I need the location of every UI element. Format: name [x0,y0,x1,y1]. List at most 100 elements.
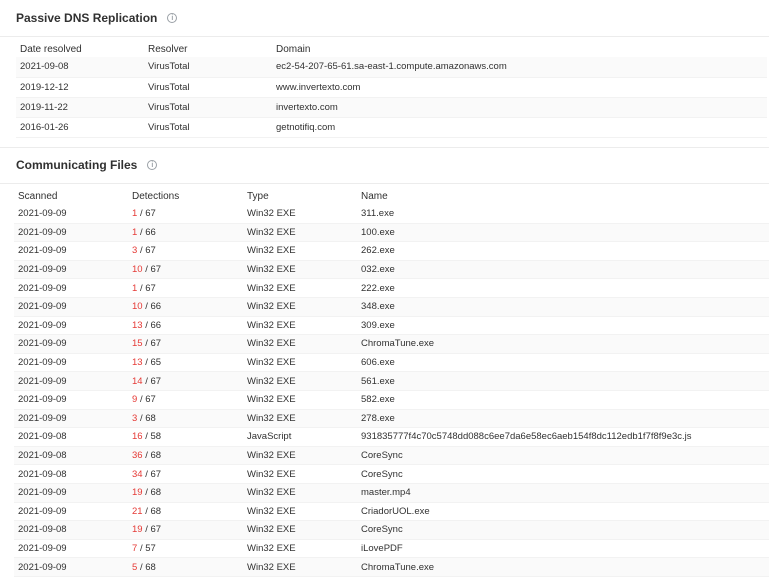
passive-dns-section: Date resolved Resolver Domain 2021-09-08… [0,37,769,138]
file-name-link[interactable]: ChromaTune.exe [357,557,769,577]
file-name-link[interactable]: 309.exe [357,316,769,336]
table-row[interactable]: 2021-09-08 16 / 58 JavaScript 931835777f4c7… [14,427,769,447]
table-row[interactable]: 2021-09-08 VirusTotal ec2-54-207-65-61.sa-… [16,57,767,78]
detections-total: / 67 [139,208,156,220]
detections-positive: 34 [132,468,143,480]
info-icon[interactable]: i [167,13,178,23]
detections-total: / 68 [145,450,162,462]
table-header-row: Scanned Detections Type Name [14,188,769,205]
detections-cell: 13 / 66 [128,316,243,336]
scanned-date-cell: 2021-09-09 [14,483,128,503]
table-row[interactable]: 2021-09-09 7 / 57 Win32 EXE iLovePDF [14,539,769,559]
table-header-row: Date resolved Resolver Domain [16,41,767,57]
detections-positive: 1 [132,208,138,220]
communicating-files-title: Communicating Files [16,158,138,172]
file-name-link[interactable]: master.mp4 [357,483,769,503]
file-name-link[interactable]: 311.exe [357,204,769,224]
column-header-name[interactable]: Name [357,188,769,205]
detections-total: / 66 [145,319,162,331]
passive-dns-title: Passive DNS Replication [16,11,158,25]
detections-positive: 21 [132,505,143,517]
table-row[interactable]: 2019-11-22 VirusTotal invertexto.com [16,97,767,118]
detections-cell: 1 / 67 [128,204,243,224]
domain-link[interactable]: www.invertexto.com [272,77,767,98]
column-header-scanned[interactable]: Scanned [14,188,128,205]
detections-cell: 3 / 68 [128,409,243,429]
table-row[interactable]: 2021-09-09 3 / 68 Win32 EXE 278.exe [14,409,769,429]
scanned-date-cell: 2021-09-09 [14,539,128,559]
table-row[interactable]: 2021-09-09 21 / 68 Win32 EXE CriadorUOL.exe [14,502,769,522]
info-icon[interactable]: i [147,160,158,170]
detections-cell: 9 / 67 [128,390,243,410]
table-row[interactable]: 2021-09-08 34 / 67 Win32 EXE CoreSync [14,464,769,484]
file-type-cell: Win32 EXE [243,409,357,429]
file-name-link[interactable]: 931835777f4c70c5748dd088c6ee7da6e58ec6ae… [357,427,769,447]
communicating-files-table: Scanned Detections Type Name 2021-09-09 1… [14,188,769,577]
detections-total: / 67 [145,338,162,350]
detections-positive: 16 [132,431,143,443]
detections-positive: 1 [132,226,138,238]
detections-total: / 57 [139,542,156,554]
table-row[interactable]: 2021-09-09 15 / 67 Win32 EXE ChromaTune.exe [14,334,769,354]
file-name-link[interactable]: CriadorUOL.exe [357,502,769,522]
table-row[interactable]: 2021-09-09 13 / 65 Win32 EXE 606.exe [14,353,769,373]
file-name-link[interactable]: 100.exe [357,223,769,243]
detections-cell: 21 / 68 [128,502,243,522]
column-header-date-resolved[interactable]: Date resolved [16,41,144,57]
file-name-link[interactable]: 606.exe [357,353,769,373]
table-row[interactable]: 2021-09-08 36 / 68 Win32 EXE CoreSync [14,446,769,466]
detections-positive: 3 [132,412,138,424]
detections-positive: 19 [132,487,143,499]
scanned-date-cell: 2021-09-09 [14,316,128,336]
date-resolved-cell: 2021-09-08 [16,57,144,78]
detections-total: / 68 [145,487,162,499]
detections-positive: 36 [132,450,143,462]
column-header-domain[interactable]: Domain [272,41,767,57]
table-row[interactable]: 2021-09-09 14 / 67 Win32 EXE 561.exe [14,371,769,391]
file-name-link[interactable]: 561.exe [357,371,769,391]
table-row[interactable]: 2021-09-09 9 / 67 Win32 EXE 582.exe [14,390,769,410]
table-row[interactable]: 2021-09-09 5 / 68 Win32 EXE ChromaTune.exe [14,557,769,577]
column-header-type[interactable]: Type [243,188,357,205]
file-name-link[interactable]: 222.exe [357,278,769,298]
file-name-link[interactable]: 032.exe [357,260,769,280]
table-row[interactable]: 2021-09-09 13 / 66 Win32 EXE 309.exe [14,316,769,336]
file-type-cell: Win32 EXE [243,483,357,503]
column-header-resolver[interactable]: Resolver [144,41,272,57]
table-row[interactable]: 2021-09-09 10 / 67 Win32 EXE 032.exe [14,260,769,280]
file-name-link[interactable]: 278.exe [357,409,769,429]
detections-positive: 13 [132,357,143,369]
detections-cell: 13 / 65 [128,353,243,373]
scanned-date-cell: 2021-09-09 [14,557,128,577]
column-header-detections[interactable]: Detections [128,188,243,205]
table-row[interactable]: 2021-09-09 19 / 68 Win32 EXE master.mp4 [14,483,769,503]
detections-cell: 3 / 67 [128,241,243,261]
file-name-link[interactable]: ChromaTune.exe [357,334,769,354]
table-row[interactable]: 2021-09-08 19 / 67 Win32 EXE CoreSync [14,520,769,540]
domain-link[interactable]: ec2-54-207-65-61.sa-east-1.compute.amazo… [272,57,767,78]
table-row[interactable]: 2016-01-26 VirusTotal getnotifiq.com [16,117,767,138]
table-row[interactable]: 2019-12-12 VirusTotal www.invertexto.com [16,77,767,98]
table-row[interactable]: 2021-09-09 1 / 66 Win32 EXE 100.exe [14,223,769,243]
detections-positive: 1 [132,282,138,294]
file-type-cell: Win32 EXE [243,223,357,243]
file-name-link[interactable]: iLovePDF [357,539,769,559]
file-name-link[interactable]: 262.exe [357,241,769,261]
detections-cell: 15 / 67 [128,334,243,354]
communicating-files-header: Communicating Files i [0,146,769,184]
table-row[interactable]: 2021-09-09 10 / 66 Win32 EXE 348.exe [14,297,769,317]
domain-link[interactable]: invertexto.com [272,97,767,118]
detections-positive: 7 [132,542,138,554]
file-type-cell: Win32 EXE [243,390,357,410]
file-name-link[interactable]: CoreSync [357,464,769,484]
table-row[interactable]: 2021-09-09 1 / 67 Win32 EXE 222.exe [14,278,769,298]
domain-link[interactable]: getnotifiq.com [272,117,767,138]
detections-positive: 5 [132,561,138,573]
file-name-link[interactable]: 582.exe [357,390,769,410]
table-row[interactable]: 2021-09-09 3 / 67 Win32 EXE 262.exe [14,241,769,261]
table-row[interactable]: 2021-09-09 1 / 67 Win32 EXE 311.exe [14,204,769,224]
file-name-link[interactable]: CoreSync [357,446,769,466]
file-name-link[interactable]: 348.exe [357,297,769,317]
file-type-cell: Win32 EXE [243,260,357,280]
file-name-link[interactable]: CoreSync [357,520,769,540]
